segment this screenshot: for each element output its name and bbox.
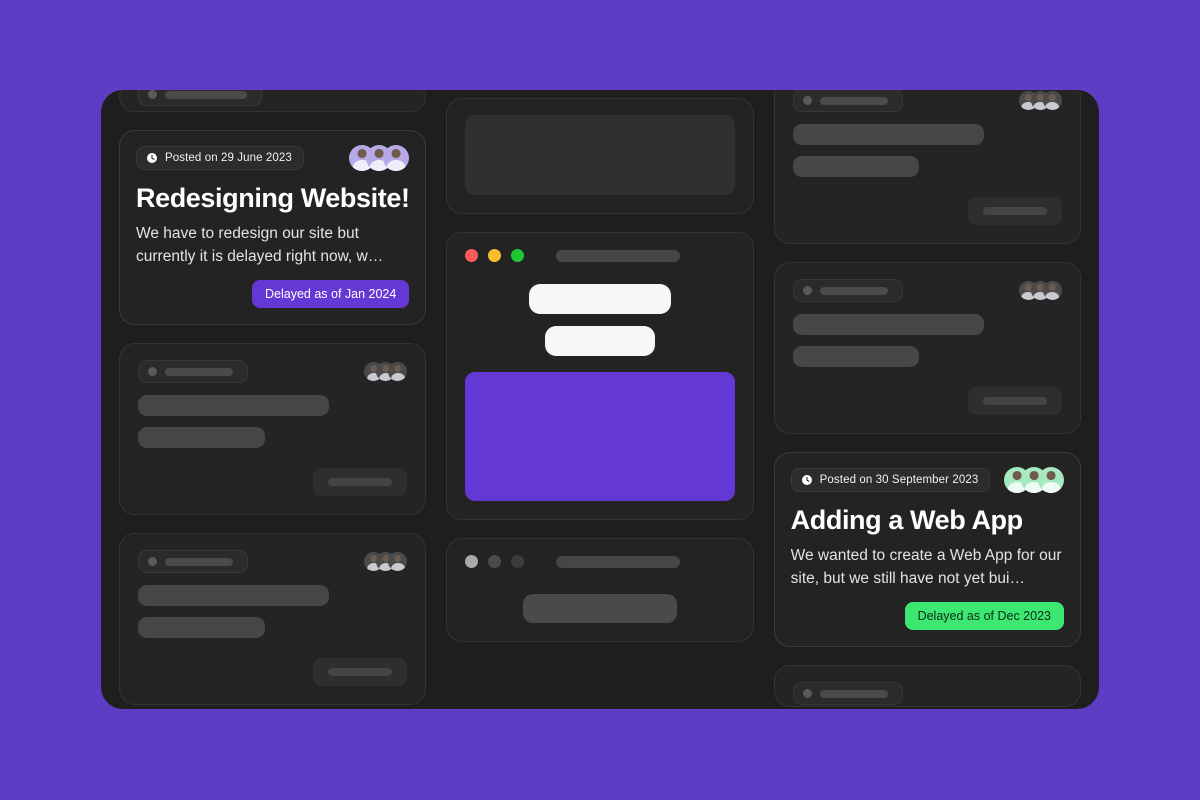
- card-header: [792, 90, 1062, 112]
- avatar: [388, 552, 408, 572]
- skeleton-button[interactable]: [313, 468, 408, 497]
- url-bar-placeholder[interactable]: [556, 555, 681, 568]
- skeleton-line: [138, 427, 265, 449]
- card-skeleton[interactable]: [773, 262, 1081, 434]
- close-dot-icon[interactable]: [465, 555, 479, 568]
- badge-row: Delayed as of Dec 2023: [791, 602, 1064, 631]
- content-bar-grey: [523, 594, 677, 623]
- card-skeleton[interactable]: [119, 533, 427, 706]
- card-header: [792, 279, 1062, 302]
- status-badge[interactable]: Delayed as of Dec 2023: [904, 602, 1064, 631]
- skeleton-line: [792, 124, 984, 145]
- column-left: Posted on 29 June 2023 Redesigning Websi…: [119, 90, 427, 709]
- minimize-dot-icon[interactable]: [488, 555, 502, 568]
- clock-icon: [801, 474, 813, 486]
- placeholder-block: [465, 115, 735, 195]
- clock-icon: [146, 152, 158, 164]
- skeleton-line: [138, 395, 330, 417]
- avatar-group[interactable]: [345, 145, 410, 171]
- maximize-dot-icon[interactable]: [511, 555, 525, 568]
- skeleton-bar: [819, 689, 888, 698]
- avatar: [388, 362, 408, 382]
- skeleton-bar: [982, 397, 1047, 405]
- column-right: Posted on 30 September 2023 Adding a Web…: [773, 90, 1081, 709]
- skeleton-bar: [165, 557, 233, 566]
- skeleton-pill: [792, 682, 903, 706]
- skeleton-pill: [792, 279, 903, 302]
- minimize-dot-icon[interactable]: [488, 249, 502, 262]
- posted-date-label: Posted on 30 September 2023: [819, 474, 979, 486]
- card-body-text: We wanted to create a Web App for our si…: [790, 547, 1062, 587]
- posted-date-pill: Posted on 29 June 2023: [136, 146, 304, 170]
- card-board: Posted on 29 June 2023 Redesigning Websi…: [101, 90, 1099, 709]
- browser-chrome: [465, 249, 734, 262]
- avatar-group[interactable]: [360, 552, 408, 572]
- card-browser-mock[interactable]: [446, 232, 754, 520]
- skeleton-dot-icon: [148, 557, 157, 567]
- avatar: [383, 145, 410, 171]
- status-badge[interactable]: Delayed as of Jan 2024: [251, 280, 410, 309]
- avatar: [1042, 281, 1062, 300]
- close-dot-icon[interactable]: [465, 249, 479, 262]
- card-redesigning-website[interactable]: Posted on 29 June 2023 Redesigning Websi…: [119, 130, 427, 326]
- skeleton-pill: [138, 360, 248, 384]
- skeleton-line: [792, 346, 920, 367]
- skeleton-dot-icon: [148, 90, 157, 99]
- skeleton-bar: [328, 478, 393, 487]
- content-bar-white: [528, 284, 672, 314]
- card-title: Adding a Web App: [790, 505, 1023, 535]
- skeleton-bar: [819, 96, 888, 105]
- card-skeleton-clipped-bottom-right[interactable]: [773, 665, 1081, 708]
- maximize-dot-icon[interactable]: [511, 249, 525, 262]
- skeleton-bar: [819, 286, 888, 295]
- skeleton-dot-icon: [802, 96, 812, 105]
- avatar-group[interactable]: [1000, 467, 1064, 493]
- card-adding-a-web-app[interactable]: Posted on 30 September 2023 Adding a Web…: [773, 452, 1081, 648]
- avatar: [1042, 91, 1062, 110]
- card-header: Posted on 30 September 2023: [790, 467, 1064, 493]
- dashboard-window: Posted on 29 June 2023 Redesigning Websi…: [101, 90, 1099, 709]
- card-header: Posted on 29 June 2023: [136, 145, 410, 171]
- skeleton-line: [792, 314, 984, 335]
- browser-chrome: [465, 555, 734, 568]
- avatar-group[interactable]: [1015, 281, 1062, 300]
- skeleton-pill: [138, 90, 262, 106]
- skeleton-bar: [982, 207, 1047, 215]
- card-header: [138, 360, 408, 384]
- card-skeleton-clipped-top-left[interactable]: [119, 90, 427, 112]
- skeleton-dot-icon: [802, 689, 812, 699]
- skeleton-line: [792, 156, 920, 177]
- accent-block: [465, 372, 735, 501]
- skeleton-line: [138, 585, 330, 607]
- url-bar-placeholder[interactable]: [556, 249, 681, 262]
- card-title: Redesigning Website!: [136, 183, 410, 213]
- content-bar-white: [544, 326, 656, 356]
- skeleton-dot-icon: [148, 367, 157, 377]
- card-browser-mock-muted[interactable]: [446, 538, 754, 642]
- posted-date-pill: Posted on 30 September 2023: [790, 468, 991, 492]
- traffic-light-dots: [465, 555, 525, 568]
- badge-row: Delayed as of Jan 2024: [136, 280, 410, 309]
- skeleton-bar: [165, 367, 233, 376]
- card-skeleton-clipped-top-right[interactable]: [773, 90, 1081, 244]
- card-body-text: We have to redesign our site but current…: [136, 225, 384, 265]
- avatar-group[interactable]: [1015, 91, 1062, 110]
- skeleton-pill: [138, 550, 248, 574]
- skeleton-button[interactable]: [967, 197, 1062, 225]
- column-middle: [446, 98, 754, 709]
- skeleton-button[interactable]: [313, 658, 408, 687]
- traffic-light-dots: [465, 249, 525, 262]
- skeleton-bar: [328, 668, 393, 677]
- avatar: [1037, 467, 1064, 493]
- skeleton-dot-icon: [802, 286, 812, 295]
- card-skeleton[interactable]: [119, 343, 427, 516]
- skeleton-bar: [165, 90, 247, 99]
- avatar-group[interactable]: [360, 362, 408, 382]
- skeleton-button[interactable]: [967, 387, 1062, 415]
- skeleton-line: [138, 617, 265, 639]
- posted-date-label: Posted on 29 June 2023: [165, 152, 292, 164]
- skeleton-pill: [792, 90, 903, 112]
- card-header: [138, 550, 408, 574]
- card-grey-panel[interactable]: [446, 98, 754, 214]
